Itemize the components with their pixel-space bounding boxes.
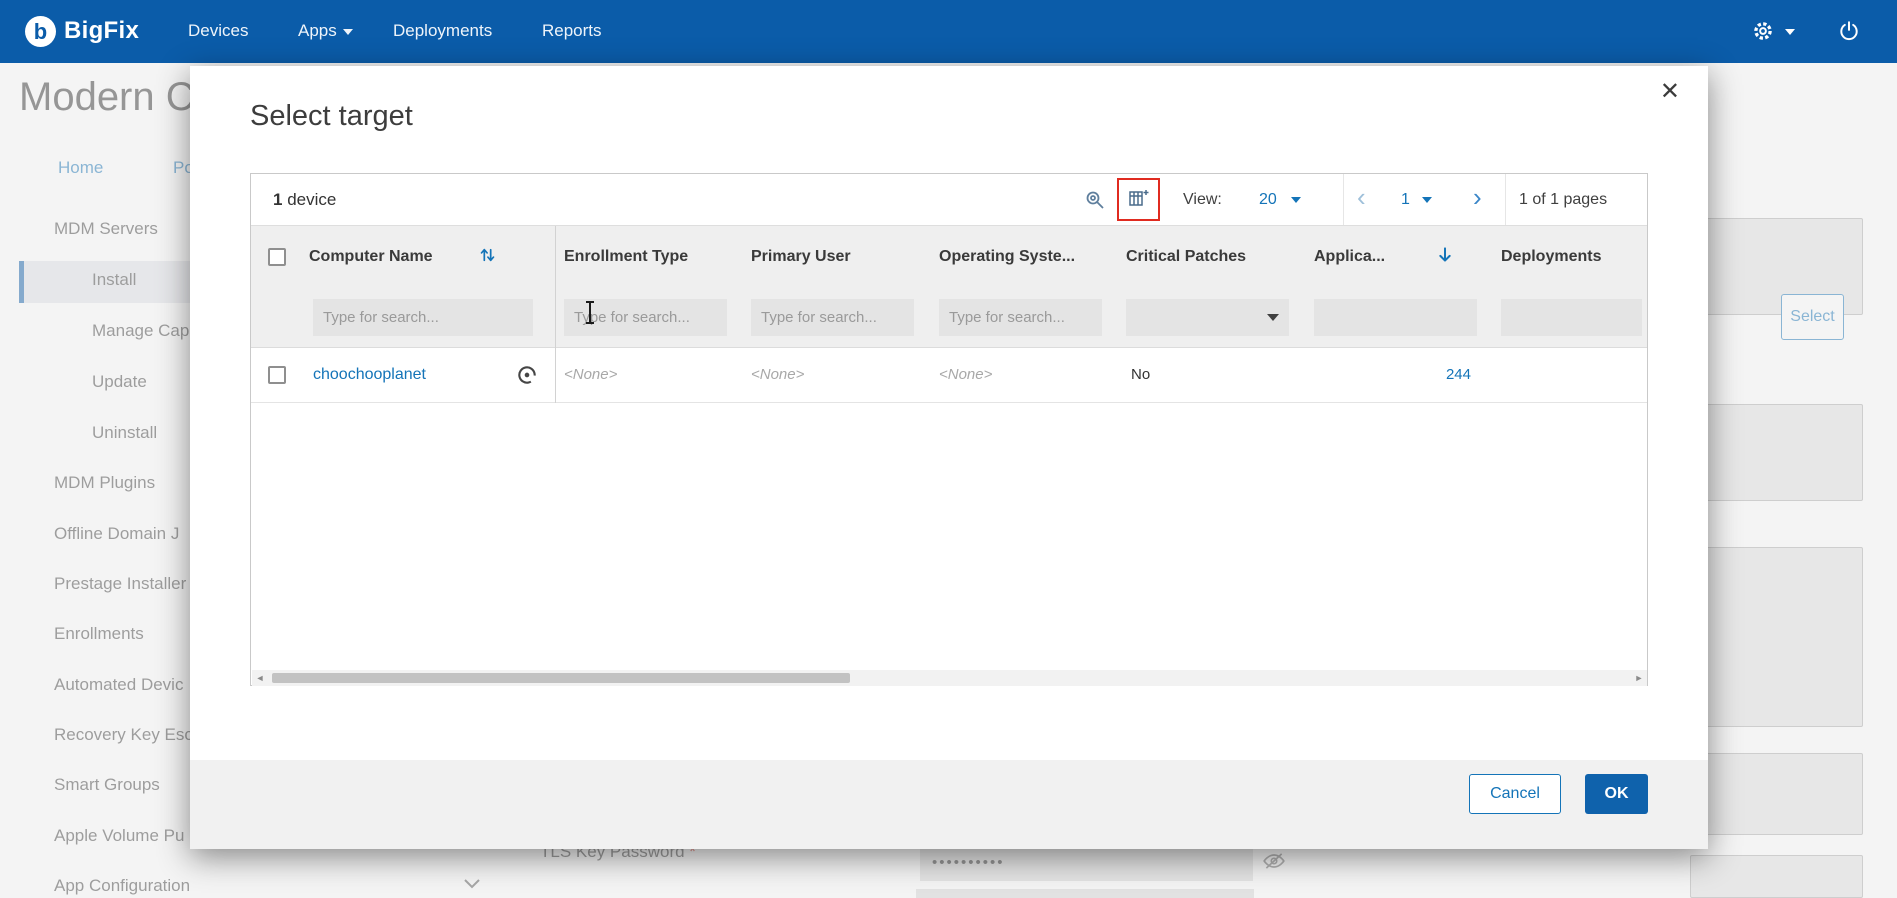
column-header-deployments[interactable]: Deployments	[1501, 248, 1601, 266]
search-settings-icon[interactable]	[1084, 189, 1106, 214]
table-row[interactable]: choochooplanet <None> <None> <None> No 2…	[251, 348, 1647, 403]
page-number-select[interactable]: 1	[1401, 191, 1432, 209]
column-header-critical-patches[interactable]: Critical Patches	[1126, 248, 1246, 266]
device-count-unit: device	[287, 190, 336, 209]
page-size-select[interactable]: 20	[1259, 191, 1301, 209]
primary-user-filter-input[interactable]	[751, 299, 914, 336]
previous-page-icon[interactable]: ‹	[1357, 187, 1366, 207]
primary-user-value: <None>	[751, 366, 804, 383]
scrollbar-thumb[interactable]	[272, 673, 850, 683]
cancel-button[interactable]: Cancel	[1469, 774, 1561, 814]
operating-system-value: <None>	[939, 366, 992, 383]
column-header-primary-user[interactable]: Primary User	[751, 248, 851, 266]
device-name-link[interactable]: choochooplanet	[313, 366, 426, 384]
sort-both-icon[interactable]	[479, 245, 496, 268]
operating-system-filter-input[interactable]	[939, 299, 1102, 336]
scroll-right-icon[interactable]: ►	[1631, 670, 1647, 686]
ok-button[interactable]: OK	[1585, 774, 1648, 814]
frozen-column-divider	[555, 226, 556, 403]
column-header-enrollment-type[interactable]: Enrollment Type	[564, 248, 688, 266]
chevron-down-icon	[1267, 314, 1279, 321]
applications-count-link[interactable]: 244	[1391, 366, 1471, 383]
nav-item-apps[interactable]: Apps	[298, 21, 353, 41]
critical-patches-filter-select[interactable]	[1126, 299, 1289, 336]
brand-name: BigFix	[64, 17, 139, 45]
select-target-modal: ✕ Select target 1 device	[190, 66, 1708, 849]
column-header-operating-system[interactable]: Operating Syste...	[939, 248, 1099, 266]
applications-filter-input[interactable]	[1314, 299, 1477, 336]
modal-footer: Cancel OK	[190, 760, 1708, 849]
deployments-filter-input[interactable]	[1501, 299, 1642, 336]
settings-chevron[interactable]	[1779, 21, 1795, 41]
bigfix-logo-icon: b	[25, 16, 56, 47]
device-count-number: 1	[273, 190, 282, 209]
chevron-down-icon	[1422, 197, 1432, 203]
view-label: View:	[1183, 191, 1222, 209]
device-grid: 1 device	[250, 173, 1648, 686]
chevron-down-icon	[1785, 29, 1795, 35]
scroll-left-icon[interactable]: ◄	[252, 670, 268, 686]
horizontal-scrollbar[interactable]: ◄ ►	[252, 670, 1647, 686]
row-checkbox[interactable]	[268, 366, 286, 384]
text-cursor	[589, 301, 591, 324]
toolbar-divider	[1343, 174, 1344, 225]
enrollment-type-value: <None>	[564, 366, 617, 383]
computer-name-filter-input[interactable]	[313, 299, 533, 336]
chevron-down-icon	[1291, 197, 1301, 203]
top-nav: b BigFix Devices Apps Deployments Report…	[0, 0, 1897, 63]
column-header-applications[interactable]: Applica...	[1314, 248, 1409, 266]
column-header-computer-name[interactable]: Computer Name	[309, 248, 433, 266]
critical-patches-value: No	[1131, 366, 1150, 383]
nav-item-devices[interactable]: Devices	[188, 21, 248, 41]
close-icon[interactable]: ✕	[1654, 76, 1686, 107]
chevron-down-icon	[343, 29, 353, 35]
select-all-checkbox[interactable]	[268, 248, 286, 266]
next-page-icon[interactable]: ›	[1473, 187, 1482, 207]
pages-indicator: 1 of 1 pages	[1519, 191, 1607, 209]
toolbar-divider	[1505, 174, 1506, 225]
sort-descending-icon[interactable]	[1436, 245, 1454, 268]
bigfix-agent-icon	[517, 365, 537, 390]
modal-title: Select target	[250, 100, 413, 133]
column-chooser-icon[interactable]	[1128, 188, 1149, 212]
page-size-value: 20	[1259, 191, 1277, 208]
grid-filter-row	[251, 288, 1647, 348]
grid-toolbar: 1 device	[251, 174, 1647, 226]
power-logout-icon[interactable]	[1838, 20, 1862, 44]
grid-header-row: Computer Name Enrollment Type Primary Us…	[251, 226, 1647, 288]
page-number-value: 1	[1401, 191, 1410, 208]
settings-gear-icon[interactable]	[1752, 20, 1776, 44]
nav-item-reports[interactable]: Reports	[542, 21, 602, 41]
device-count: 1 device	[273, 190, 336, 210]
nav-item-deployments[interactable]: Deployments	[393, 21, 492, 41]
annotation-highlight-box	[1117, 178, 1160, 221]
nav-item-apps-label: Apps	[298, 21, 337, 40]
